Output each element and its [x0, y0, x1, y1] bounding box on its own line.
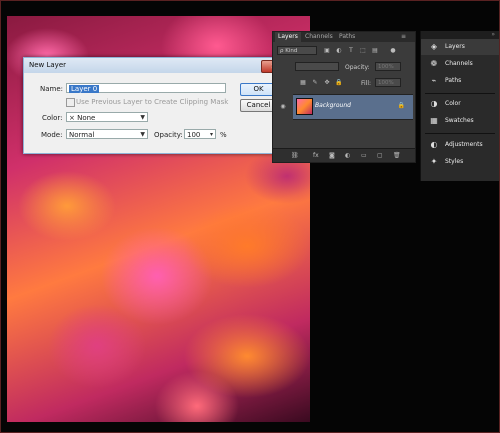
paths-icon: ⌁	[431, 76, 437, 85]
panel-footer: ⛓ fx ◙ ◐ ▭ ▢ 🗑	[273, 148, 415, 162]
add-mask-icon[interactable]: ◙	[329, 152, 335, 159]
color-icon: ◑	[430, 99, 438, 108]
color-select[interactable]: × None ▼	[66, 112, 148, 122]
name-label: Name:	[40, 85, 64, 93]
opacity-label: Opacity:	[154, 131, 183, 139]
panel-menu-icon[interactable]: ≡	[401, 32, 406, 42]
dialog-title: New Layer	[24, 58, 291, 73]
channels-icon: ❁	[430, 59, 438, 68]
lock-all-icon[interactable]: 🔒	[335, 79, 343, 86]
name-input[interactable]: Layer 0	[66, 83, 226, 93]
filter-smart-object-icon[interactable]: ▤	[371, 47, 379, 54]
lock-icon: 🔒	[397, 102, 405, 109]
layer-name: Background	[315, 102, 351, 109]
lock-transparency-icon[interactable]: ▦	[299, 79, 307, 86]
layers-panel: Layers Channels Paths ≡ ρ Kind ▣ ◐ T ⬚ ▤…	[272, 31, 416, 163]
dock-label: Channels	[445, 60, 473, 67]
chevron-down-icon: ▼	[140, 114, 145, 121]
lock-position-icon[interactable]: ✥	[323, 79, 331, 86]
opacity-input[interactable]: 100 ▾	[184, 129, 216, 139]
dock-item-color[interactable]: ◑ Color	[421, 96, 499, 112]
adjustments-icon: ◐	[430, 140, 438, 149]
dock-item-channels[interactable]: ❁ Channels	[421, 56, 499, 72]
filter-toggle-icon[interactable]: ●	[389, 47, 397, 54]
filter-pixel-icon[interactable]: ▣	[323, 47, 331, 54]
styles-icon: ✦	[430, 157, 438, 166]
opacity-unit: %	[220, 131, 227, 139]
tab-paths[interactable]: Paths	[339, 32, 355, 42]
dock-label: Paths	[445, 77, 462, 84]
dock-item-styles[interactable]: ✦ Styles	[421, 154, 499, 170]
tab-layers[interactable]: Layers	[275, 32, 301, 42]
tab-channels[interactable]: Channels	[305, 32, 333, 42]
panel-dock: » ◈ Layers ❁ Channels ⌁ Paths ◑ Color ▦ …	[420, 31, 499, 181]
layer-style-icon[interactable]: fx	[313, 152, 319, 159]
dock-header: »	[421, 31, 499, 39]
layer-row-background[interactable]: Background 🔒	[293, 94, 413, 120]
filter-type-icon[interactable]: T	[347, 47, 355, 54]
mode-label: Mode:	[41, 131, 63, 139]
dock-item-adjustments[interactable]: ◐ Adjustments	[421, 137, 499, 153]
dock-label: Styles	[445, 158, 464, 165]
layer-opacity-input[interactable]: 100%	[375, 62, 401, 71]
filter-shape-icon[interactable]: ⬚	[359, 47, 367, 54]
mode-value: Normal	[69, 131, 95, 139]
dock-item-paths[interactable]: ⌁ Paths	[421, 73, 499, 89]
panel-tabs: Layers Channels Paths ≡	[273, 32, 415, 42]
new-group-icon[interactable]: ▭	[361, 152, 367, 159]
kind-filter-select[interactable]: ρ Kind	[277, 46, 317, 55]
clipping-mask-label: Use Previous Layer to Create Clipping Ma…	[76, 98, 229, 106]
visibility-eye-icon[interactable]: ◉	[279, 103, 287, 110]
color-value: × None	[69, 114, 96, 122]
chevron-down-icon: ▼	[140, 131, 145, 138]
new-layer-icon[interactable]: ▢	[377, 152, 383, 159]
opacity-value: 100	[187, 131, 201, 139]
dock-item-swatches[interactable]: ▦ Swatches	[421, 113, 499, 129]
collapse-icon[interactable]: »	[491, 31, 495, 38]
layers-icon: ◈	[430, 42, 438, 51]
dock-label: Swatches	[445, 117, 474, 124]
layer-thumbnail	[296, 98, 313, 115]
delete-layer-icon[interactable]: 🗑	[393, 152, 401, 159]
new-layer-dialog: New Layer ✕ Name: Layer 0 Use Previous L…	[23, 57, 292, 154]
lock-pixels-icon[interactable]: ✎	[311, 79, 319, 86]
fill-input[interactable]: 100%	[375, 78, 401, 87]
dock-label: Layers	[445, 43, 465, 50]
dock-item-layers[interactable]: ◈ Layers	[421, 39, 499, 55]
dock-label: Color	[445, 100, 461, 107]
name-value: Layer 0	[69, 85, 100, 93]
mode-select[interactable]: Normal ▼	[66, 129, 148, 139]
dock-separator	[425, 133, 495, 134]
adjustment-layer-icon[interactable]: ◐	[345, 152, 350, 159]
layer-opacity-label: Opacity:	[345, 64, 370, 71]
dock-label: Adjustments	[445, 141, 483, 148]
fill-label: Fill:	[361, 80, 372, 87]
chevron-down-icon[interactable]: ▾	[210, 130, 213, 140]
swatches-icon: ▦	[430, 116, 438, 125]
color-label: Color:	[42, 114, 63, 122]
clipping-mask-checkbox[interactable]	[66, 98, 75, 107]
link-layers-icon[interactable]: ⛓	[291, 152, 299, 159]
dock-separator	[425, 93, 495, 94]
filter-adjustment-icon[interactable]: ◐	[335, 47, 343, 54]
blend-mode-select[interactable]	[295, 62, 339, 71]
